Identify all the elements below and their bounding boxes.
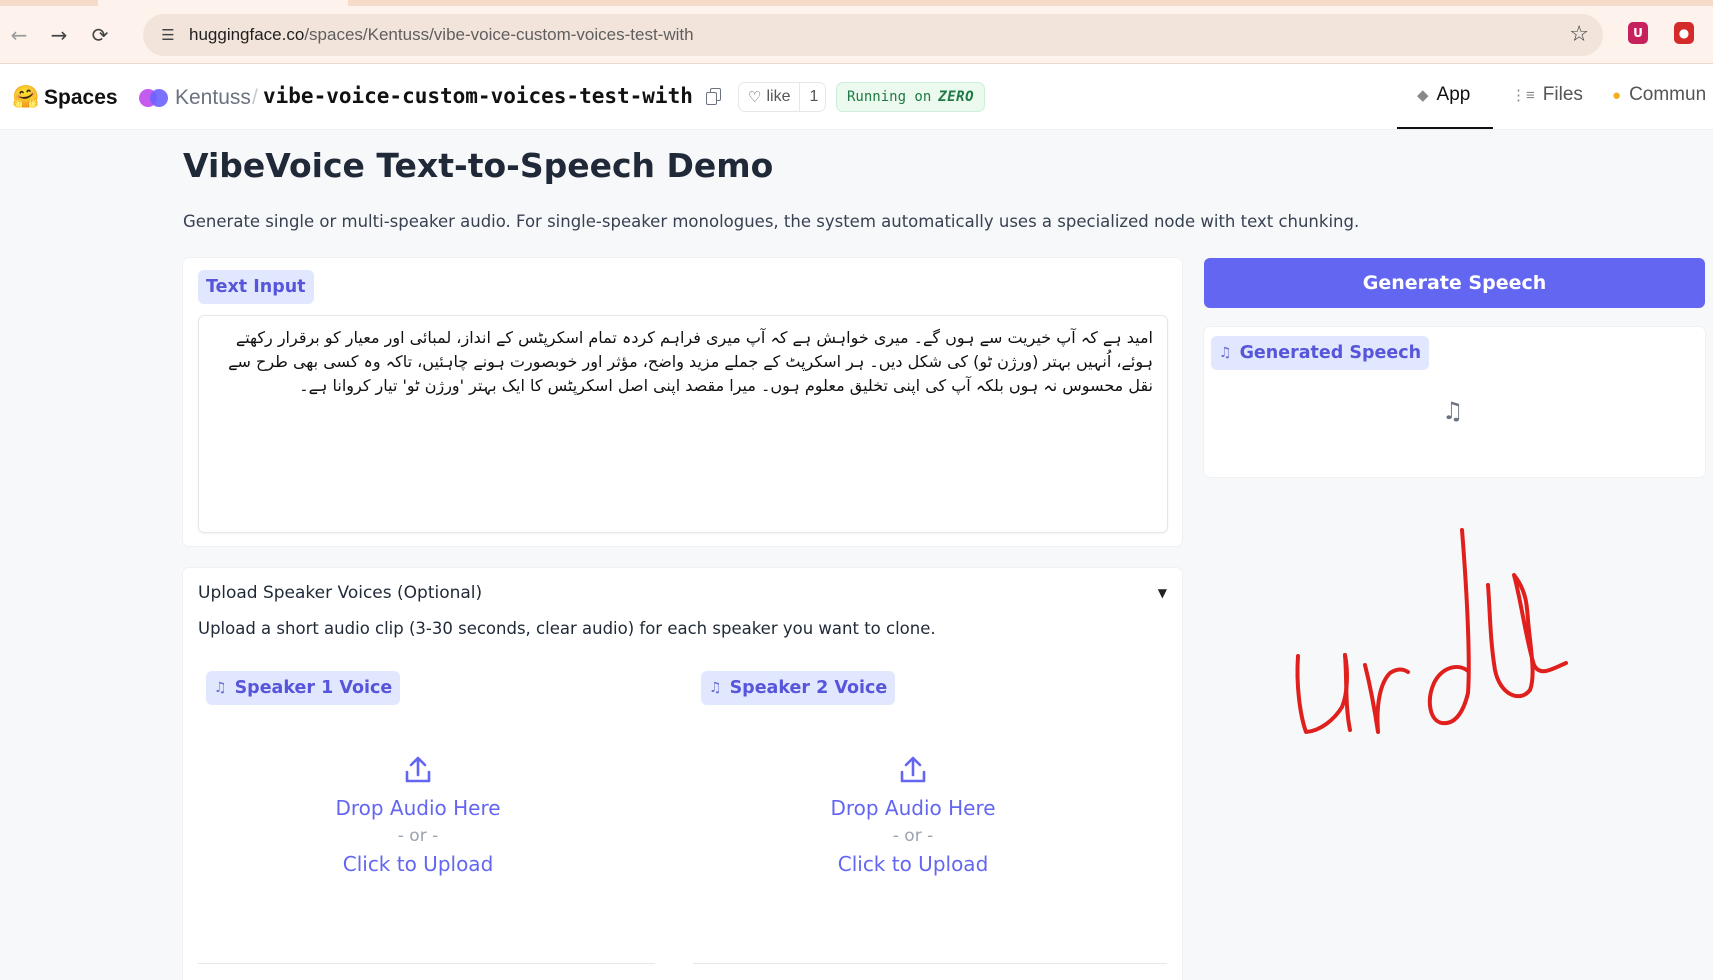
speaker-2-label: ♫ Speaker 2 Voice (701, 671, 896, 705)
url-path: /spaces/Kentuss/vibe-voice-custom-voices… (304, 25, 694, 44)
owner-link[interactable]: Kentuss (175, 86, 251, 110)
reload-icon[interactable]: ⟳ (85, 20, 115, 50)
repo-name[interactable]: vibe-voice-custom-voices-test-with (263, 84, 693, 108)
running-hardware: ZERO (938, 89, 975, 105)
music-note-icon: ♫ (709, 680, 722, 696)
like-count[interactable]: 1 (799, 83, 827, 111)
files-icon: ⋮≡ (1511, 87, 1535, 104)
speaker-2-dropzone[interactable]: Drop Audio Here - or - Click to Upload (678, 754, 1148, 876)
like-button[interactable]: ♡ like 1 (738, 82, 826, 112)
running-prefix: Running on (847, 89, 932, 105)
click-to-upload-text[interactable]: Click to Upload (183, 852, 653, 876)
tab-community-label: Commun (1629, 84, 1707, 105)
tab-community[interactable]: ● Commun (1612, 84, 1706, 106)
active-tab-indicator (1397, 127, 1493, 129)
divider (198, 963, 655, 964)
accordion-description: Upload a short audio clip (3-30 seconds,… (198, 619, 936, 638)
heart-icon: ♡ (748, 89, 762, 106)
audio-placeholder-icon: ♫ (1442, 397, 1464, 425)
ublock-extension-icon[interactable]: U (1628, 22, 1648, 44)
or-text: - or - (397, 826, 439, 846)
chevron-down-icon[interactable]: ▼ (1158, 586, 1167, 600)
browser-toolbar: ← → ⟳ ☰ huggingface.co/spaces/Kentuss/vi… (0, 0, 1713, 64)
cube-icon: ◆ (1417, 87, 1429, 104)
site-info-icon[interactable]: ☰ (157, 24, 179, 46)
spaces-link[interactable]: Spaces (44, 86, 118, 110)
accordion-title[interactable]: Upload Speaker Voices (Optional) (198, 583, 482, 603)
tab-app-label: App (1436, 84, 1471, 105)
site-header: 🤗 Spaces Kentuss / vibe-voice-custom-voi… (0, 64, 1713, 130)
generated-speech-label-text: Generated Speech (1239, 343, 1422, 363)
address-bar[interactable]: ☰ huggingface.co/spaces/Kentuss/vibe-voi… (143, 14, 1603, 56)
url-text[interactable]: huggingface.co/spaces/Kentuss/vibe-voice… (189, 25, 694, 45)
music-note-icon: ♫ (214, 680, 227, 696)
tab-files-label: Files (1542, 84, 1583, 105)
upload-icon (405, 756, 431, 783)
running-status-badge[interactable]: Running on ZERO (836, 82, 986, 112)
page-title: VibeVoice Text-to-Speech Demo (183, 146, 774, 185)
tab-app[interactable]: ◆ App (1417, 84, 1470, 106)
tab-files[interactable]: ⋮≡ Files (1511, 84, 1583, 106)
url-host: huggingface.co (189, 25, 305, 44)
handwritten-urdu-annotation (1295, 528, 1568, 734)
click-to-upload-text[interactable]: Click to Upload (678, 852, 1148, 876)
music-note-icon: ♫ (1219, 345, 1232, 361)
security-extension-icon[interactable]: ● (1674, 22, 1694, 44)
owner-avatar[interactable] (139, 89, 169, 107)
speaker-1-label: ♫ Speaker 1 Voice (206, 671, 401, 705)
path-separator: / (252, 86, 258, 109)
upload-icon (900, 756, 926, 783)
text-input-label: Text Input (198, 270, 314, 304)
page-subtitle: Generate single or multi-speaker audio. … (183, 212, 1360, 231)
or-text: - or - (892, 826, 934, 846)
text-input-panel: Text Input امید ہے کہ آپ خیریت سے ہوں گے… (183, 258, 1182, 546)
speaker-1-label-text: Speaker 1 Voice (234, 678, 393, 698)
active-tab[interactable] (98, 0, 348, 6)
drop-audio-text: Drop Audio Here (335, 796, 501, 820)
generated-speech-label: ♫ Generated Speech (1211, 336, 1430, 370)
bookmark-star-icon[interactable]: ☆ (1569, 22, 1589, 47)
copy-icon[interactable] (706, 88, 722, 106)
hugging-face-logo-icon[interactable]: 🤗 (12, 85, 39, 110)
speaker-1-dropzone[interactable]: Drop Audio Here - or - Click to Upload (183, 754, 653, 876)
community-icon: ● (1612, 86, 1622, 104)
like-label: like (766, 88, 791, 105)
upload-speakers-accordion: Upload Speaker Voices (Optional) ▼ Uploa… (183, 568, 1182, 980)
generated-speech-panel: ♫ Generated Speech ♫ (1204, 327, 1705, 477)
back-icon[interactable]: ← (4, 20, 34, 50)
speaker-2-label-text: Speaker 2 Voice (729, 678, 888, 698)
forward-icon[interactable]: → (44, 20, 74, 50)
drop-audio-text: Drop Audio Here (830, 796, 996, 820)
text-input-field[interactable]: امید ہے کہ آپ خیریت سے ہوں گے۔ میری خواہ… (198, 315, 1168, 533)
divider (693, 963, 1167, 964)
generate-speech-button[interactable]: Generate Speech (1204, 258, 1705, 308)
